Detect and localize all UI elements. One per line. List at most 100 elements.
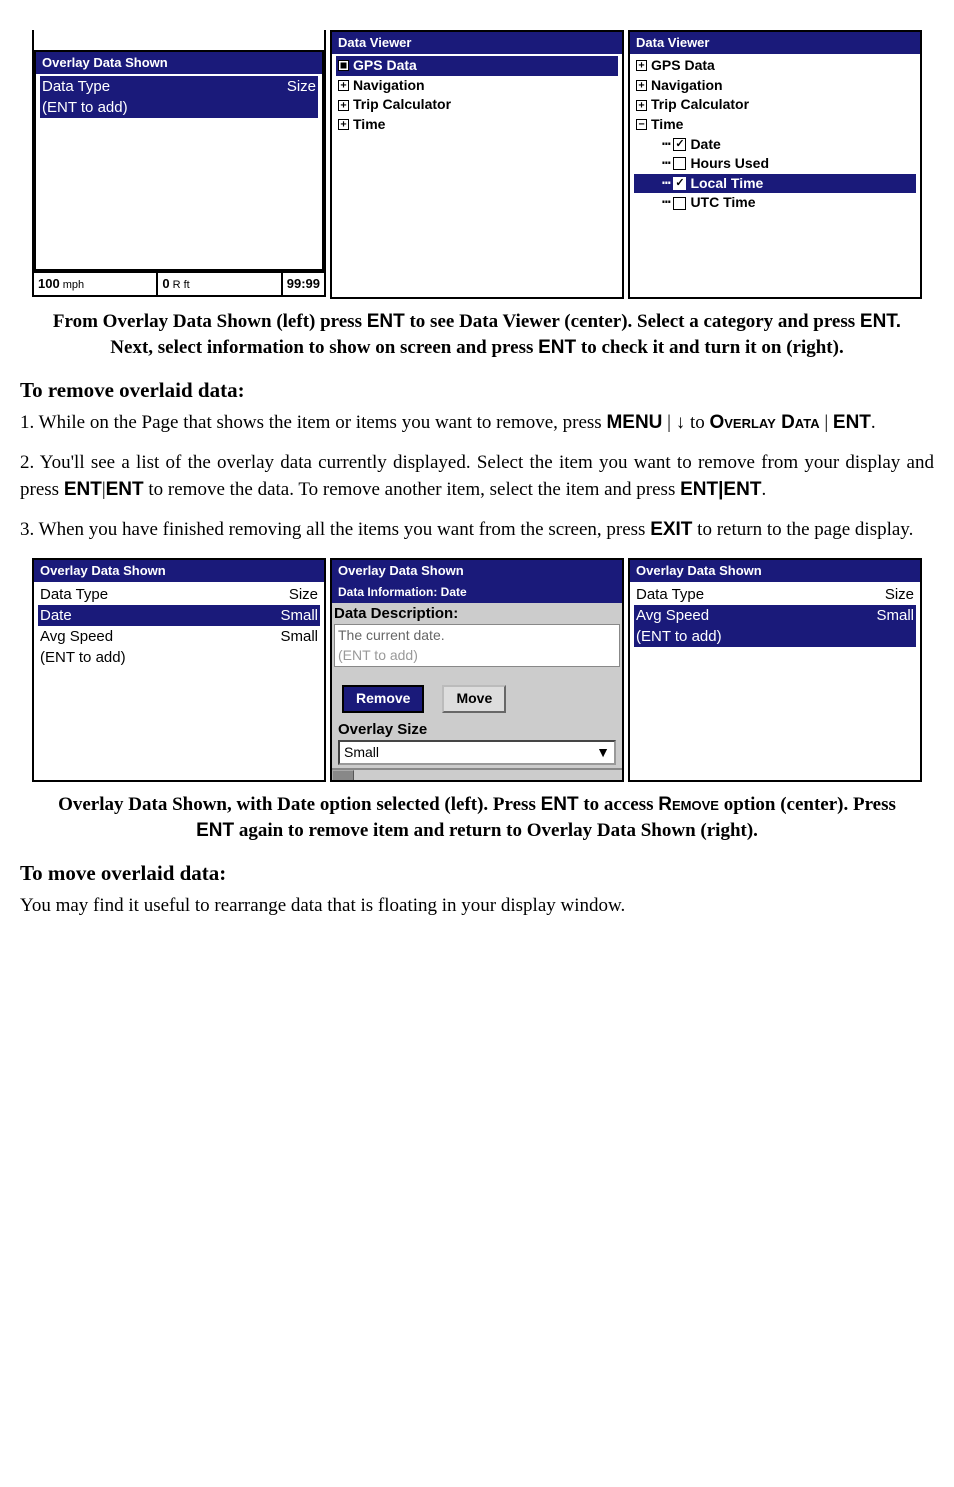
list-row-avg-speed[interactable]: Avg Speed Small: [634, 605, 916, 626]
expand-icon[interactable]: +: [636, 100, 647, 111]
col-size: Size: [885, 584, 914, 605]
panel-body: Data Information: Date Data Description:…: [332, 582, 622, 780]
tree-label: Hours Used: [690, 154, 769, 174]
tree-connector: ⋯: [662, 154, 669, 174]
checkbox-icon[interactable]: [673, 197, 686, 210]
chevron-down-icon: ▼: [596, 743, 610, 763]
panel-overlay-center: Overlay Data Shown Data Information: Dat…: [330, 558, 624, 782]
list-row-add[interactable]: (ENT to add): [38, 647, 320, 668]
overlay-size-select[interactable]: Small ▼: [338, 740, 616, 766]
collapse-icon[interactable]: −: [636, 119, 647, 130]
key-overlay-data: Overlay Data: [709, 412, 819, 433]
status-val: 99:99: [287, 275, 320, 293]
expand-icon[interactable]: +: [338, 80, 349, 91]
col-label: Avg Speed: [40, 626, 113, 647]
move-step-1: You may find it useful to rearrange data…: [20, 893, 934, 920]
select-value: Small: [344, 743, 379, 763]
text: |: [820, 412, 833, 433]
col-size: Size: [287, 76, 316, 97]
list-row-add[interactable]: (ENT to add): [40, 97, 318, 118]
expand-icon[interactable]: ■: [338, 60, 349, 71]
status-unit: mph: [63, 278, 84, 293]
expand-icon[interactable]: +: [636, 80, 647, 91]
tree-child-utc-time[interactable]: ⋯ UTC Time: [634, 193, 916, 213]
tree-label: Date: [690, 135, 720, 155]
tree-label: Trip Calculator: [353, 95, 451, 115]
tree-trip-calculator[interactable]: + Trip Calculator: [634, 95, 916, 115]
tree-child-date[interactable]: ⋯ ✓ Date: [634, 135, 916, 155]
list-header: Data Type Size: [38, 584, 320, 605]
remove-button[interactable]: Remove: [342, 685, 424, 713]
tree-trip-calculator[interactable]: + Trip Calculator: [336, 95, 618, 115]
list-row-add[interactable]: (ENT to add): [634, 626, 916, 647]
panel-title: Overlay Data Shown: [34, 560, 324, 582]
checkbox-icon[interactable]: ✓: [673, 138, 686, 151]
expand-icon[interactable]: +: [636, 60, 647, 71]
tree-label: UTC Time: [690, 193, 755, 213]
tree-gps-data[interactable]: + GPS Data: [634, 56, 916, 76]
tree-label: Navigation: [651, 76, 723, 96]
figure-2-caption: Overlay Data Shown, with Date option sel…: [40, 792, 914, 843]
panel-title: Overlay Data Shown: [34, 50, 324, 74]
tree-label: GPS Data: [353, 56, 417, 76]
col-size: Small: [876, 605, 914, 626]
panel-title: Overlay Data Shown: [332, 560, 622, 582]
tree-label: Trip Calculator: [651, 95, 749, 115]
panel-overlay-right: Overlay Data Shown Data Type Size Avg Sp…: [628, 558, 922, 782]
tree-gps-data[interactable]: ■ GPS Data: [336, 56, 618, 76]
desc-label: Data Description:: [332, 603, 622, 624]
panel-overlay-data-left: Overlay Data Shown Data Type Size (ENT t…: [32, 30, 326, 297]
status-speed: 100 mph: [34, 273, 158, 295]
desc-text: The current date. (ENT to add): [334, 624, 620, 667]
panel-data-viewer-center: Data Viewer ■ GPS Data + Navigation + Tr…: [330, 30, 624, 299]
panel-title: Data Viewer: [332, 32, 622, 54]
col-size: Small: [280, 626, 318, 647]
tree-connector: ⋯: [662, 174, 669, 194]
checkbox-icon[interactable]: ✓: [673, 177, 686, 190]
list-row-avg-speed[interactable]: Avg Speed Small: [38, 626, 320, 647]
col-label: Date: [40, 605, 72, 626]
col-label: (ENT to add): [42, 97, 128, 118]
col-label: (ENT to add): [40, 647, 126, 668]
tree-navigation[interactable]: + Navigation: [634, 76, 916, 96]
checkbox-icon[interactable]: [673, 157, 686, 170]
text: The current date.: [338, 627, 445, 643]
scrollbar-thumb[interactable]: [332, 770, 354, 780]
col-size: Size: [289, 584, 318, 605]
tree-label: Local Time: [690, 174, 763, 194]
key-menu: MENU: [606, 412, 662, 433]
tree-navigation[interactable]: + Navigation: [336, 76, 618, 96]
status-unit: R ft: [173, 278, 190, 293]
status-radius: 0 R ft: [158, 273, 282, 295]
panel-title: Data Viewer: [630, 32, 920, 54]
list-header[interactable]: Data Type Size: [40, 76, 318, 97]
list-row-date[interactable]: Date Small: [38, 605, 320, 626]
tree-child-hours-used[interactable]: ⋯ Hours Used: [634, 154, 916, 174]
col-label: (ENT to add): [636, 626, 722, 647]
tree-child-local-time[interactable]: ⋯ ✓ Local Time: [634, 174, 916, 194]
move-button[interactable]: Move: [442, 685, 506, 713]
tree-connector: ⋯: [662, 135, 669, 155]
tree-label: Time: [353, 115, 385, 135]
col-size: Small: [280, 605, 318, 626]
panel-body: + GPS Data + Navigation + Trip Calculato…: [630, 54, 920, 297]
expand-icon[interactable]: +: [338, 100, 349, 111]
figure-1-caption: From Overlay Data Shown (left) press ENT…: [40, 309, 914, 360]
text: 1. While on the Page that shows the item…: [20, 412, 606, 433]
overlay-size-label: Overlay Size: [332, 719, 622, 740]
expand-icon[interactable]: +: [338, 119, 349, 130]
tree-time[interactable]: + Time: [336, 115, 618, 135]
col-label: Data Type: [40, 584, 108, 605]
text: | ↓ to: [662, 412, 709, 433]
tree-time[interactable]: − Time: [634, 115, 916, 135]
list-header: Data Type Size: [634, 584, 916, 605]
panel-title: Overlay Data Shown: [630, 560, 920, 582]
key-ent: ENT: [833, 412, 871, 433]
status-val: 0: [162, 275, 169, 293]
panel-data-viewer-right: Data Viewer + GPS Data + Navigation + Tr…: [628, 30, 922, 299]
text: .: [871, 412, 876, 433]
figure-1: Overlay Data Shown Data Type Size (ENT t…: [20, 30, 934, 299]
panel-body: Data Type Size (ENT to add): [34, 74, 324, 270]
panel-body: Data Type Size Date Small Avg Speed Smal…: [34, 582, 324, 780]
move-overlaid-heading: To move overlaid data:: [20, 859, 934, 888]
